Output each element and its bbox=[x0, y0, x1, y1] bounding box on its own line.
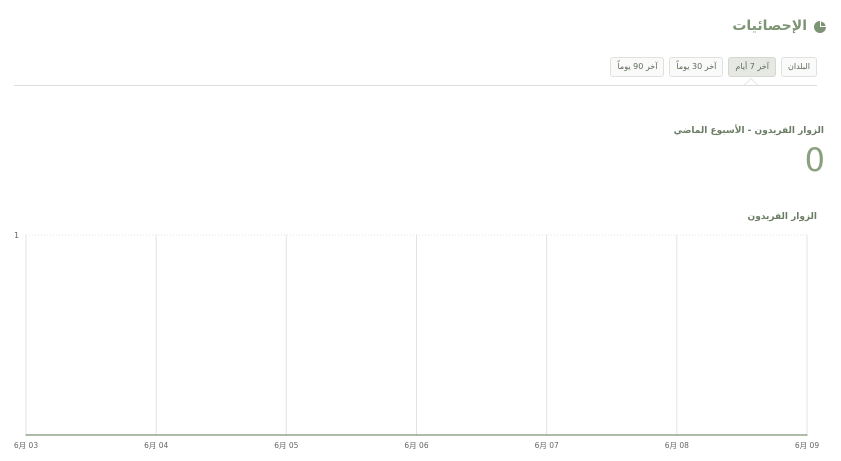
data-point bbox=[415, 434, 418, 436]
x-tick-label: 6月 09 bbox=[795, 441, 819, 450]
x-tick-label: 6月 08 bbox=[665, 441, 689, 450]
data-point bbox=[806, 434, 808, 436]
data-point bbox=[676, 434, 678, 436]
data-point bbox=[155, 434, 157, 436]
data-point bbox=[25, 434, 27, 436]
x-tick-label: 6月 05 bbox=[274, 441, 298, 450]
data-point bbox=[285, 434, 287, 436]
x-tick-label: 6月 06 bbox=[404, 441, 428, 450]
unique-visitors-chart: 1 6月 03 6月 04 6月 05 6月 06 6月 07 6月 08 6月 09 bbox=[14, 231, 819, 450]
y-tick-label: 1 bbox=[14, 231, 19, 240]
x-tick-label: 6月 07 bbox=[535, 441, 559, 450]
x-tick-label: 6月 03 bbox=[14, 441, 38, 450]
data-point bbox=[546, 434, 548, 436]
x-tick-label: 6月 04 bbox=[144, 441, 168, 450]
